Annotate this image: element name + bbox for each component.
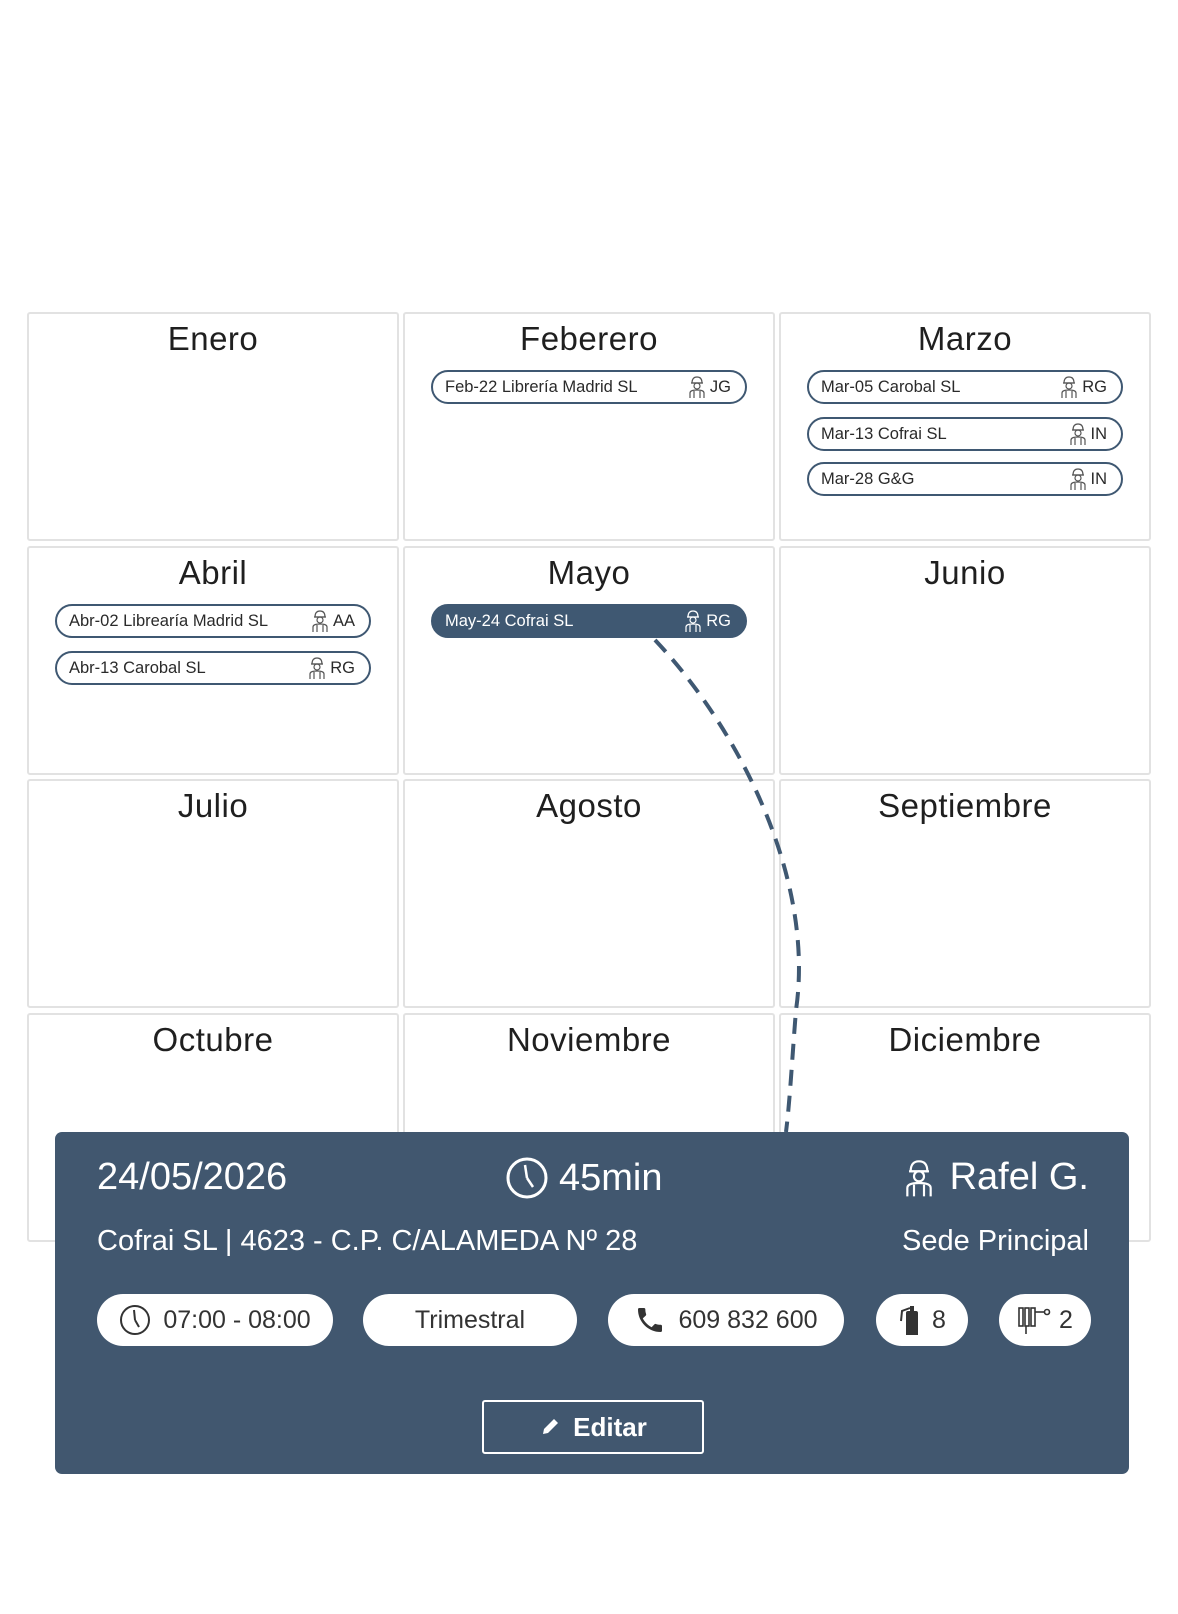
calendar-event-selected[interactable]: May-24 Cofrai SL RG	[431, 604, 747, 638]
phone-icon	[638, 1308, 663, 1332]
month-title: Enero	[167, 320, 259, 357]
frequency-pill: Trimestral	[363, 1294, 577, 1346]
technician-icon	[1061, 376, 1077, 398]
event-technician: RG	[1082, 377, 1107, 396]
month-title: Diciembre	[888, 1021, 1042, 1058]
fire-extinguisher-icon	[900, 1306, 919, 1335]
extinguishers-count: 8	[932, 1305, 946, 1334]
event-duration: 45min	[505, 1156, 663, 1200]
time-range-pill: 07:00 - 08:00	[97, 1294, 333, 1346]
edit-button-label: Editar	[573, 1411, 647, 1442]
event-label: Abr-13 Carobal SL	[69, 658, 206, 677]
month-title: Noviembre	[506, 1021, 672, 1058]
event-detail-panel: 24/05/2026 45min Rafel G. Cofrai SL | 46…	[55, 1132, 1129, 1474]
event-technician: JG	[709, 377, 731, 396]
month-title: Mayo	[547, 554, 631, 591]
event-technician: IN	[1090, 424, 1108, 443]
duration-value: 45min	[559, 1156, 663, 1199]
hoses-count: 2	[1059, 1305, 1073, 1334]
month-cell-enero: Enero	[27, 312, 399, 541]
month-cell-septiembre: Septiembre	[779, 779, 1151, 1008]
phone-pill[interactable]: 609 832 600	[608, 1294, 844, 1346]
event-label: May-24 Cofrai SL	[445, 611, 574, 630]
edit-button[interactable]: Editar	[482, 1400, 704, 1454]
calendar-event[interactable]: Abr-13 Carobal SL RG	[55, 651, 371, 685]
event-address: Cofrai SL | 4623 - C.P. C/ALAMEDA Nº 28	[97, 1225, 638, 1257]
month-cell-junio: Junio	[779, 546, 1151, 775]
event-label: Feb-22 Librería Madrid SL	[445, 377, 638, 396]
event-technician: RG	[330, 658, 355, 677]
month-cell-agosto: Agosto	[403, 779, 775, 1008]
month-cell-julio: Julio	[27, 779, 399, 1008]
month-title: Junio	[924, 554, 1006, 591]
calendar-event[interactable]: Mar-28 G&G IN	[807, 462, 1123, 496]
month-cell-feberero: Feberero Feb-22 Librería Madrid SL JG	[403, 312, 775, 541]
month-cell-abril: Abril Abr-02 Librearía Madrid SL AA Abr-…	[27, 546, 399, 775]
pencil-icon	[543, 1419, 559, 1434]
technician-icon	[685, 610, 701, 632]
event-technician-name: Rafel G.	[902, 1156, 1089, 1199]
month-title: Agosto	[536, 787, 642, 824]
event-label: Mar-13 Cofrai SL	[821, 424, 947, 443]
event-technician: RG	[706, 611, 731, 630]
technician-name: Rafel G.	[949, 1156, 1089, 1198]
technician-icon	[1069, 468, 1086, 490]
calendar-event[interactable]: Mar-05 Carobal SL RG	[807, 370, 1123, 404]
month-title: Feberero	[520, 320, 658, 357]
calendar-event[interactable]: Feb-22 Librería Madrid SL JG	[431, 370, 747, 404]
technician-icon	[905, 1159, 932, 1196]
clock-icon	[120, 1305, 151, 1335]
hoses-pill: 2	[999, 1294, 1091, 1346]
calendar-event[interactable]: Abr-02 Librearía Madrid SL AA	[55, 604, 371, 638]
month-title: Julio	[177, 787, 249, 824]
event-date: 24/05/2026	[97, 1156, 288, 1198]
time-range: 07:00 - 08:00	[163, 1305, 311, 1334]
fire-hose-icon	[1018, 1307, 1051, 1334]
frequency: Trimestral	[414, 1305, 526, 1334]
technician-icon	[309, 657, 325, 679]
technician-icon	[312, 610, 328, 632]
clock-icon	[506, 1157, 548, 1199]
technician-icon	[1069, 423, 1086, 445]
event-label: Abr-02 Librearía Madrid SL	[69, 611, 269, 630]
month-title: Marzo	[917, 320, 1013, 357]
event-label: Mar-05 Carobal SL	[821, 377, 961, 396]
event-technician: IN	[1090, 469, 1108, 488]
technician-icon	[689, 376, 705, 398]
month-cell-mayo: Mayo May-24 Cofrai SL RG	[403, 546, 775, 775]
extinguishers-pill: 8	[876, 1294, 968, 1346]
event-label: Mar-28 G&G	[821, 469, 915, 488]
month-title: Septiembre	[878, 787, 1052, 824]
calendar-event[interactable]: Mar-13 Cofrai SL IN	[807, 417, 1123, 451]
month-title: Abril	[178, 554, 248, 591]
event-site: Sede Principal	[902, 1225, 1089, 1257]
month-cell-marzo: Marzo Mar-05 Carobal SL RG Mar-13 Cofrai…	[779, 312, 1151, 541]
event-technician: AA	[332, 611, 355, 630]
month-title: Octubre	[152, 1021, 274, 1058]
phone-number: 609 832 600	[678, 1305, 818, 1334]
